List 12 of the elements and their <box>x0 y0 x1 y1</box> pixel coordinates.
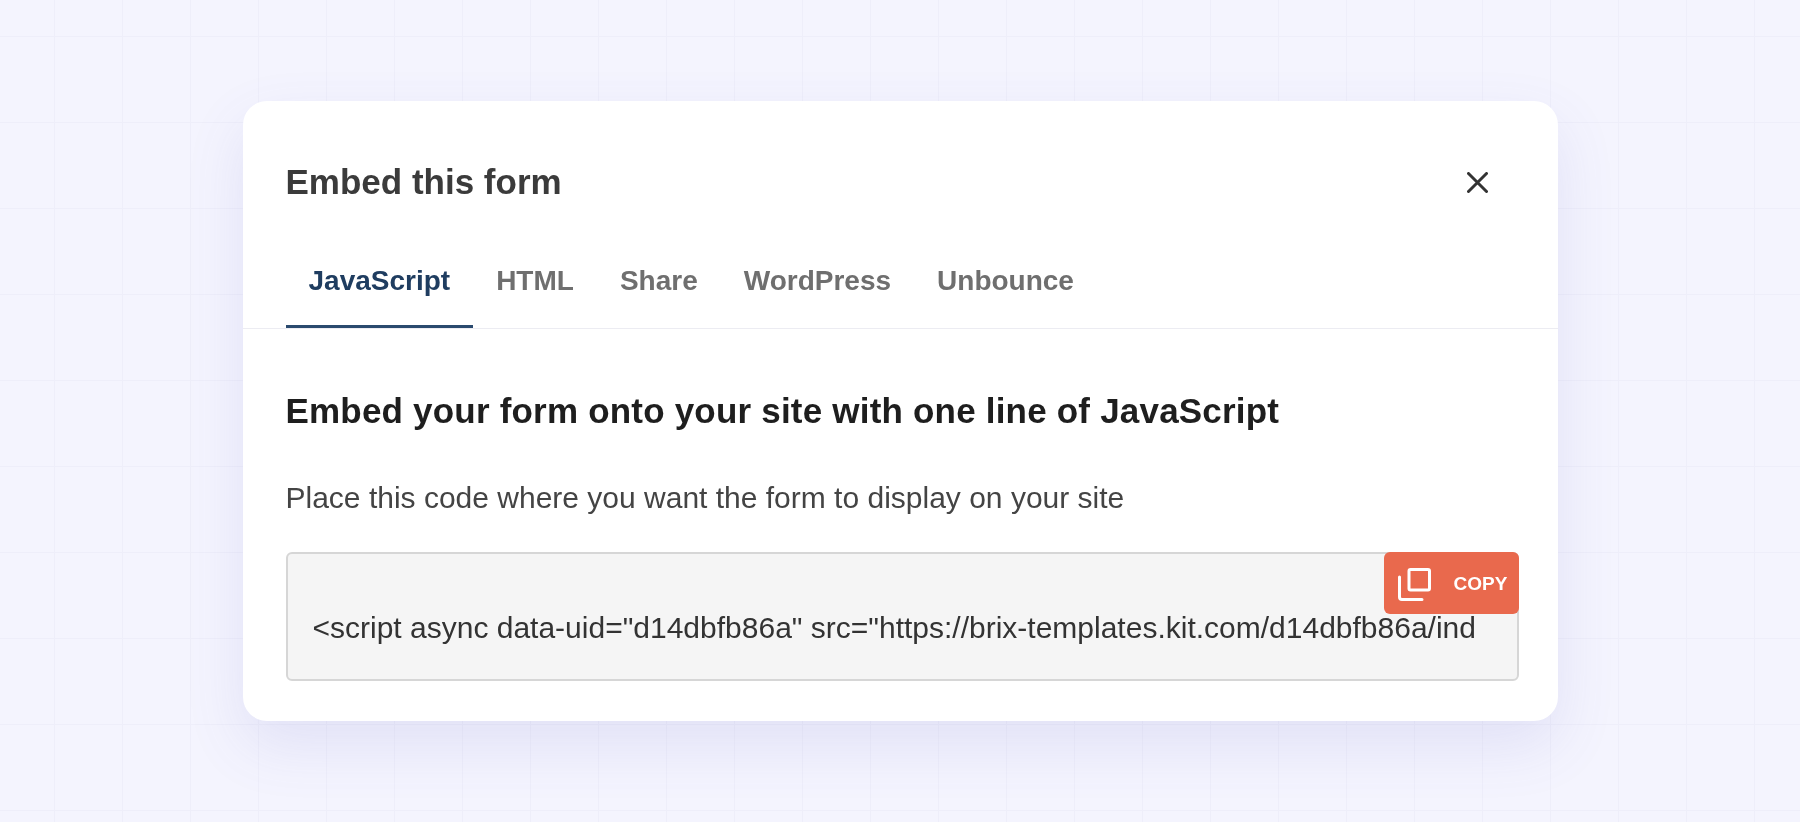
tab[interactable]: JavaScript <box>285 248 474 328</box>
copy-icon <box>1397 567 1431 601</box>
instruction-text: Place this code where you want the form to display on your site <box>285 481 1125 515</box>
copy-button[interactable]: COPY <box>1383 552 1519 614</box>
section-heading: Embed your form onto your site with one line of JavaScript <box>285 391 1280 431</box>
close-icon <box>1466 171 1488 193</box>
tab[interactable]: Share <box>596 248 721 328</box>
tab[interactable]: HTML <box>473 248 597 328</box>
dialog-title: Embed this form <box>285 162 562 202</box>
tab[interactable]: Unbounce <box>914 248 1097 328</box>
tab[interactable]: WordPress <box>720 248 915 328</box>
close-button[interactable] <box>1466 171 1488 193</box>
